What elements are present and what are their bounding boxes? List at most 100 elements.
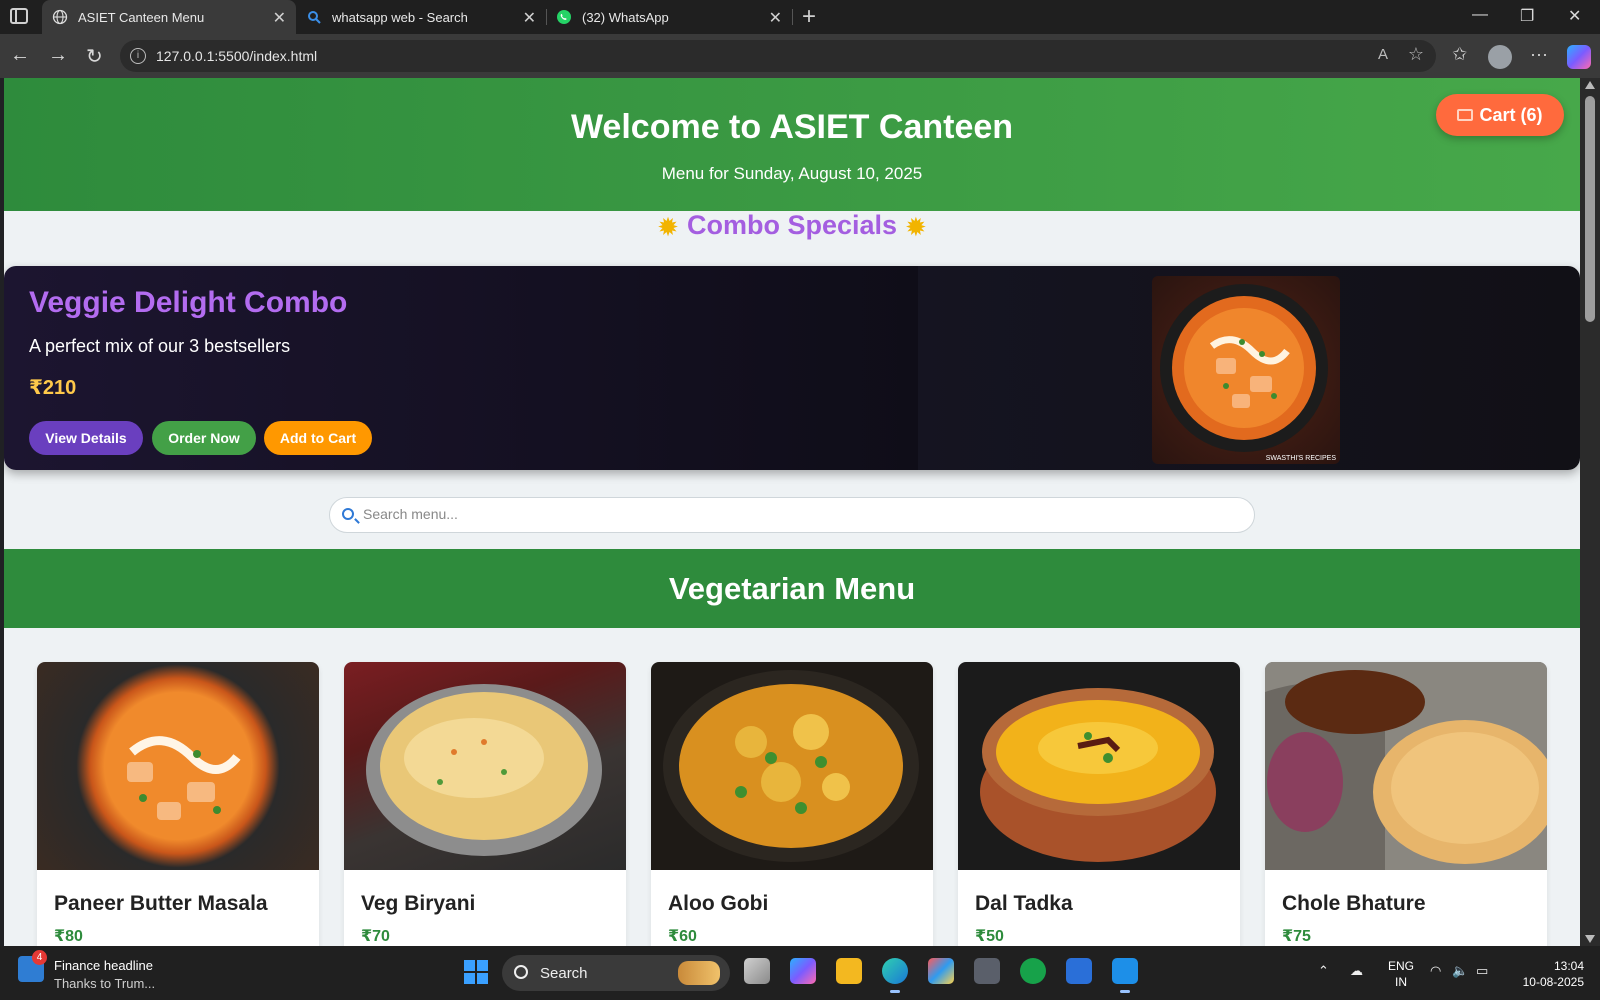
food-name: Paneer Butter Masala (54, 892, 268, 915)
site-info-icon[interactable]: i (130, 48, 146, 64)
wifi-icon[interactable]: ◠ (1430, 963, 1441, 979)
cart-label: Cart (6) (1479, 104, 1543, 125)
tab-whatsapp-search[interactable]: whatsapp web - Search ✕ (296, 0, 546, 34)
tab-whatsapp[interactable]: (32) WhatsApp ✕ (546, 0, 792, 34)
vscode-icon[interactable] (1112, 958, 1138, 993)
favorite-star-icon[interactable]: ☆ (1408, 44, 1424, 65)
file-explorer-icon[interactable] (836, 958, 862, 984)
scroll-up-icon[interactable] (1585, 81, 1595, 89)
app-blue-icon[interactable] (1066, 958, 1092, 984)
cart-button[interactable]: Cart (6) (1436, 94, 1564, 136)
combo-card: Veggie Delight Combo A perfect mix of ou… (4, 266, 1580, 470)
news-headline[interactable]: Finance headline (54, 958, 153, 973)
system-clock[interactable]: 13:04 10-08-2025 (1512, 958, 1584, 990)
combo-section-title: ✹ Combo Specials ✹ (4, 210, 1580, 243)
lang-code: ENG (1388, 959, 1415, 973)
address-toolbar: ← → ↻ i 127.0.0.1:5500/index.html A ☆ ✩ … (0, 34, 1600, 78)
search-input[interactable] (363, 506, 1223, 522)
refresh-icon[interactable]: ↻ (86, 44, 103, 69)
edge-browser-icon[interactable] (882, 958, 908, 993)
food-price: ₹80 (54, 928, 83, 945)
menu-card[interactable]: Dal Tadka ₹50 (958, 662, 1240, 946)
volume-icon[interactable]: 🔈 (1452, 963, 1468, 979)
region-code: IN (1395, 975, 1407, 989)
restore-icon[interactable]: ❐ (1520, 6, 1534, 26)
menu-card[interactable]: Paneer Butter Masala ₹80 (37, 662, 319, 946)
food-price: ₹75 (1282, 928, 1311, 945)
combo-price: ₹210 (29, 377, 77, 399)
sparkle-icon: ✹ (657, 212, 679, 242)
whatsapp-icon (556, 9, 572, 25)
close-window-icon[interactable]: ✕ (1568, 6, 1581, 26)
favorites-icon[interactable]: ✩ (1452, 44, 1467, 65)
url-text[interactable]: 127.0.0.1:5500/index.html (156, 48, 317, 64)
store-icon[interactable] (928, 958, 954, 984)
copilot-app-icon[interactable] (790, 958, 816, 984)
image-caption: SWASTHI'S RECIPES (1265, 455, 1336, 462)
tab-title: whatsapp web - Search (332, 9, 468, 25)
taskbar-search[interactable]: Search (502, 955, 730, 991)
search-icon (514, 965, 528, 979)
copilot-icon[interactable] (1567, 45, 1591, 69)
order-now-button[interactable]: Order Now (152, 421, 256, 455)
back-icon[interactable]: ← (10, 44, 30, 67)
xbox-icon[interactable] (1020, 958, 1046, 984)
onedrive-icon[interactable]: ☁ (1350, 963, 1363, 979)
food-image (344, 662, 626, 870)
language-indicator[interactable]: ENG IN (1388, 958, 1414, 990)
profile-avatar-icon[interactable] (1488, 45, 1512, 69)
tab-divider (792, 9, 793, 25)
food-image (37, 662, 319, 870)
task-view-icon[interactable] (744, 958, 770, 984)
menu-card[interactable]: Veg Biryani ₹70 (344, 662, 626, 946)
clock-date: 10-08-2025 (1522, 975, 1584, 989)
close-tab-icon[interactable]: ✕ (769, 8, 782, 28)
windows-taskbar: 4 Finance headline Thanks to Trum... Sea… (0, 946, 1600, 1000)
address-bar[interactable]: i 127.0.0.1:5500/index.html A ☆ (120, 40, 1436, 72)
minimize-icon[interactable]: — (1472, 6, 1488, 24)
veg-section-header: Vegetarian Menu (4, 549, 1580, 628)
food-image (1265, 662, 1547, 870)
browser-tab-strip: ASIET Canteen Menu ✕ whatsapp web - Sear… (0, 0, 1600, 34)
page-scrollbar[interactable] (1580, 78, 1600, 946)
taskbar-search-label: Search (540, 965, 588, 982)
new-tab-icon[interactable]: + (802, 3, 816, 31)
cart-icon (1457, 109, 1474, 121)
search-icon (342, 508, 354, 520)
close-tab-icon[interactable]: ✕ (273, 8, 286, 28)
app-hexagon-icon[interactable] (974, 958, 1000, 984)
close-tab-icon[interactable]: ✕ (523, 8, 536, 28)
food-image (958, 662, 1240, 870)
page-viewport: Welcome to ASIET Canteen Menu for Sunday… (4, 78, 1580, 946)
show-hidden-icons[interactable]: ⌃ (1318, 963, 1329, 979)
scroll-down-icon[interactable] (1585, 935, 1595, 943)
tab-actions-icon[interactable] (10, 8, 28, 24)
read-aloud-icon[interactable]: A (1378, 46, 1388, 63)
page-title: Welcome to ASIET Canteen (570, 108, 1014, 146)
food-image (651, 662, 933, 870)
combo-image: SWASTHI'S RECIPES (1152, 276, 1340, 464)
add-to-cart-button[interactable]: Add to Cart (264, 421, 372, 455)
search-icon (306, 9, 322, 25)
menu-card[interactable]: Chole Bhature ₹75 (1265, 662, 1547, 946)
veg-section-title: Vegetarian Menu (668, 571, 916, 606)
globe-icon (52, 9, 68, 25)
food-price: ₹50 (975, 928, 1004, 945)
forward-icon[interactable]: → (48, 44, 68, 67)
menu-date: Menu for Sunday, August 10, 2025 (661, 164, 923, 183)
combo-name: Veggie Delight Combo (29, 286, 348, 319)
tab-asiet-canteen[interactable]: ASIET Canteen Menu ✕ (42, 0, 296, 34)
menu-search[interactable] (329, 497, 1255, 533)
scrollbar-thumb[interactable] (1585, 96, 1595, 322)
sparkle-icon: ✹ (905, 212, 927, 242)
news-subtitle[interactable]: Thanks to Trum... (54, 976, 155, 991)
food-name: Veg Biryani (361, 892, 476, 915)
page-header: Welcome to ASIET Canteen Menu for Sunday… (4, 78, 1580, 211)
search-highlight-icon (678, 961, 720, 985)
battery-icon[interactable]: ▭ (1476, 963, 1488, 979)
more-menu-icon[interactable]: ··· (1530, 44, 1548, 65)
start-windows-icon[interactable] (464, 960, 488, 984)
menu-card[interactable]: Aloo Gobi ₹60 (651, 662, 933, 946)
view-details-button[interactable]: View Details (29, 421, 143, 455)
notification-badge: 4 (32, 950, 47, 965)
